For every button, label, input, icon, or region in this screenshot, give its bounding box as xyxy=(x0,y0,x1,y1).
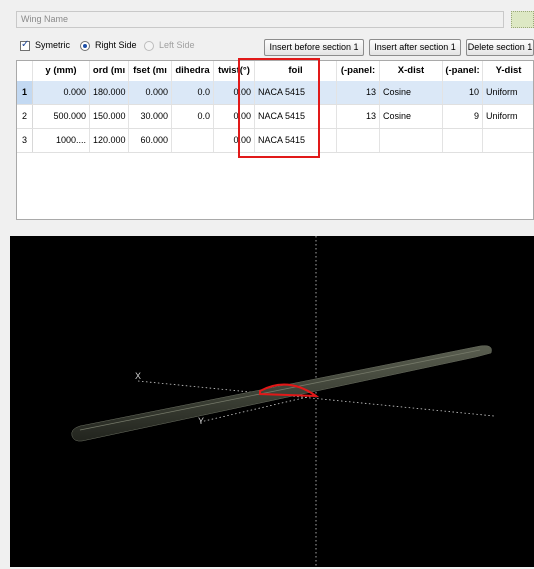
cell-y-panels[interactable] xyxy=(443,129,483,152)
corner-cell xyxy=(17,61,33,81)
table-header: y (mm) ord (mı fset (mı dihedra twist(°)… xyxy=(17,61,533,82)
cell-twist[interactable]: 0.00 xyxy=(214,81,255,104)
cell-x-dist[interactable]: Cosine xyxy=(380,105,443,128)
row-number[interactable]: 1 xyxy=(17,81,33,104)
wing-leading-edge xyxy=(79,349,481,431)
insert-before-section-button[interactable]: Insert before section 1 xyxy=(264,39,364,56)
cell-y[interactable]: 500.000 xyxy=(33,105,90,128)
wing-editor-panel: Wing Name Symetric Right Side Left Side … xyxy=(0,0,534,233)
cell-x-dist[interactable]: Cosine xyxy=(380,81,443,104)
table-row[interactable]: 3 1000.... 120.000 60.000 0.00 NACA 5415 xyxy=(17,129,533,153)
column-header-x-panels[interactable]: (-panel: xyxy=(337,61,380,81)
column-header-foil[interactable]: foil xyxy=(255,61,337,81)
row-number[interactable]: 3 xyxy=(17,129,33,152)
cell-x-panels[interactable]: 13 xyxy=(337,105,380,128)
cell-y-panels[interactable]: 10 xyxy=(443,81,483,104)
column-header-y-dist[interactable]: Y-dist xyxy=(483,61,533,81)
row-number[interactable]: 2 xyxy=(17,105,33,128)
cell-offset[interactable]: 60.000 xyxy=(129,129,172,152)
cell-chord[interactable]: 120.000 xyxy=(90,129,129,152)
cell-y-dist[interactable]: Uniform xyxy=(483,81,533,104)
wing-3d-render: X Y xyxy=(71,236,495,567)
column-header-y-panels[interactable]: (-panel: xyxy=(443,61,483,81)
cell-y-dist[interactable]: Uniform xyxy=(483,105,533,128)
x-axis-label: X xyxy=(135,371,141,381)
cell-chord[interactable]: 180.000 xyxy=(90,81,129,104)
cell-y-dist[interactable] xyxy=(483,129,533,152)
cell-x-panels[interactable]: 13 xyxy=(337,81,380,104)
left-side-label: Left Side xyxy=(159,40,195,50)
column-header-twist[interactable]: twist(°) xyxy=(214,61,255,81)
left-side-radio[interactable] xyxy=(144,41,154,51)
cell-dihedral[interactable] xyxy=(172,129,214,152)
wing-color-button[interactable] xyxy=(511,11,534,28)
cell-dihedral[interactable]: 0.0 xyxy=(172,81,214,104)
table-row[interactable]: 1 0.000 180.000 0.000 0.0 0.00 NACA 5415… xyxy=(17,81,533,105)
table-row[interactable]: 2 500.000 150.000 30.000 0.0 0.00 NACA 5… xyxy=(17,105,533,129)
cell-y[interactable]: 1000.... xyxy=(33,129,90,152)
cell-twist[interactable]: 0.00 xyxy=(214,105,255,128)
y-axis-label: Y xyxy=(198,416,204,426)
right-side-label: Right Side xyxy=(95,40,137,50)
3d-wing-viewer[interactable]: X Y xyxy=(10,236,534,567)
insert-after-section-button[interactable]: Insert after section 1 xyxy=(369,39,461,56)
cell-foil[interactable]: NACA 5415 xyxy=(255,81,337,104)
column-header-offset[interactable]: fset (mı xyxy=(129,61,172,81)
cell-offset[interactable]: 30.000 xyxy=(129,105,172,128)
column-header-y[interactable]: y (mm) xyxy=(33,61,90,81)
cell-y-panels[interactable]: 9 xyxy=(443,105,483,128)
wing-name-input[interactable]: Wing Name xyxy=(16,11,504,28)
sections-table: y (mm) ord (mı fset (mı dihedra twist(°)… xyxy=(16,60,534,220)
column-header-chord[interactable]: ord (mı xyxy=(90,61,129,81)
cell-offset[interactable]: 0.000 xyxy=(129,81,172,104)
cell-x-panels[interactable] xyxy=(337,129,380,152)
cell-foil[interactable]: NACA 5415 xyxy=(255,129,337,152)
cell-dihedral[interactable]: 0.0 xyxy=(172,105,214,128)
delete-section-button[interactable]: Delete section 1 xyxy=(466,39,534,56)
cell-twist[interactable]: 0.00 xyxy=(214,129,255,152)
cell-chord[interactable]: 150.000 xyxy=(90,105,129,128)
cell-foil[interactable]: NACA 5415 xyxy=(255,105,337,128)
right-side-radio[interactable] xyxy=(80,41,90,51)
cell-y[interactable]: 0.000 xyxy=(33,81,90,104)
column-header-dihedral[interactable]: dihedra xyxy=(172,61,214,81)
column-header-x-dist[interactable]: X-dist xyxy=(380,61,443,81)
symmetric-checkbox[interactable] xyxy=(20,39,30,51)
symmetric-label: Symetric xyxy=(35,40,71,50)
cell-x-dist[interactable] xyxy=(380,129,443,152)
